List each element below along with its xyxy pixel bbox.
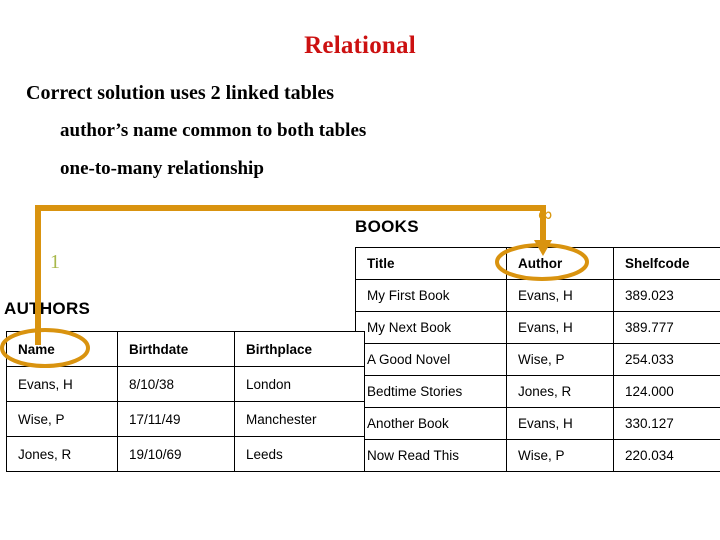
authors-cell-birthdate: 17/11/49 bbox=[117, 401, 235, 437]
authors-col-birthplace: Birthplace bbox=[234, 331, 365, 367]
slide-canvas: Relational Correct solution uses 2 linke… bbox=[0, 0, 720, 540]
table-row: Another Book Evans, H 330.127 bbox=[355, 407, 720, 440]
table-row: Bedtime Stories Jones, R 124.000 bbox=[355, 375, 720, 408]
bullet-line-3: one-to-many relationship bbox=[60, 158, 264, 179]
authors-table: Name Birthdate Birthplace Evans, H 8/10/… bbox=[6, 331, 365, 472]
cardinality-one-label: 1 bbox=[50, 251, 60, 273]
books-cell-title: My Next Book bbox=[355, 311, 507, 344]
table-header-row: Name Birthdate Birthplace bbox=[6, 331, 365, 367]
bullet-line-1: Correct solution uses 2 linked tables bbox=[26, 82, 334, 104]
authors-table-label: AUTHORS bbox=[4, 299, 91, 318]
books-table-label: BOOKS bbox=[355, 217, 419, 236]
books-table: Title Author Shelfcode My First Book Eva… bbox=[355, 247, 720, 472]
books-cell-title: Bedtime Stories bbox=[355, 375, 507, 408]
table-row: Now Read This Wise, P 220.034 bbox=[355, 439, 720, 472]
books-cell-author: Evans, H bbox=[506, 279, 614, 312]
books-cell-shelfcode: 254.033 bbox=[613, 343, 720, 376]
authors-cell-birthdate: 19/10/69 bbox=[117, 436, 235, 472]
books-cell-author: Evans, H bbox=[506, 407, 614, 440]
books-cell-author: Jones, R bbox=[506, 375, 614, 408]
table-row: Evans, H 8/10/38 London bbox=[6, 366, 365, 402]
table-row: My Next Book Evans, H 389.777 bbox=[355, 311, 720, 344]
authors-col-birthdate: Birthdate bbox=[117, 331, 235, 367]
books-cell-shelfcode: 220.034 bbox=[613, 439, 720, 472]
table-row: My First Book Evans, H 389.023 bbox=[355, 279, 720, 312]
books-cell-title: Another Book bbox=[355, 407, 507, 440]
books-cell-author: Wise, P bbox=[506, 439, 614, 472]
authors-cell-name: Wise, P bbox=[6, 401, 118, 437]
books-cell-shelfcode: 124.000 bbox=[613, 375, 720, 408]
authors-cell-birthplace: Manchester bbox=[234, 401, 365, 437]
books-cell-shelfcode: 389.023 bbox=[613, 279, 720, 312]
books-cell-title: A Good Novel bbox=[355, 343, 507, 376]
authors-cell-birthdate: 8/10/38 bbox=[117, 366, 235, 402]
table-row: Jones, R 19/10/69 Leeds bbox=[6, 436, 365, 472]
authors-cell-name: Jones, R bbox=[6, 436, 118, 472]
books-col-shelfcode: Shelfcode bbox=[613, 247, 720, 280]
books-cell-author: Wise, P bbox=[506, 343, 614, 376]
table-row: A Good Novel Wise, P 254.033 bbox=[355, 343, 720, 376]
table-row: Wise, P 17/11/49 Manchester bbox=[6, 401, 365, 437]
books-cell-shelfcode: 389.777 bbox=[613, 311, 720, 344]
authors-cell-birthplace: London bbox=[234, 366, 365, 402]
books-col-title: Title bbox=[355, 247, 507, 280]
authors-cell-name: Evans, H bbox=[6, 366, 118, 402]
books-cell-author: Evans, H bbox=[506, 311, 614, 344]
page-title: Relational bbox=[304, 32, 416, 59]
books-cell-title: Now Read This bbox=[355, 439, 507, 472]
cardinality-many-label: ∞ bbox=[538, 204, 553, 226]
books-col-author: Author bbox=[506, 247, 614, 280]
bullet-line-2: author’s name common to both tables bbox=[60, 120, 367, 141]
authors-cell-birthplace: Leeds bbox=[234, 436, 365, 472]
books-cell-title: My First Book bbox=[355, 279, 507, 312]
authors-col-name: Name bbox=[6, 331, 118, 367]
books-cell-shelfcode: 330.127 bbox=[613, 407, 720, 440]
table-header-row: Title Author Shelfcode bbox=[355, 247, 720, 280]
